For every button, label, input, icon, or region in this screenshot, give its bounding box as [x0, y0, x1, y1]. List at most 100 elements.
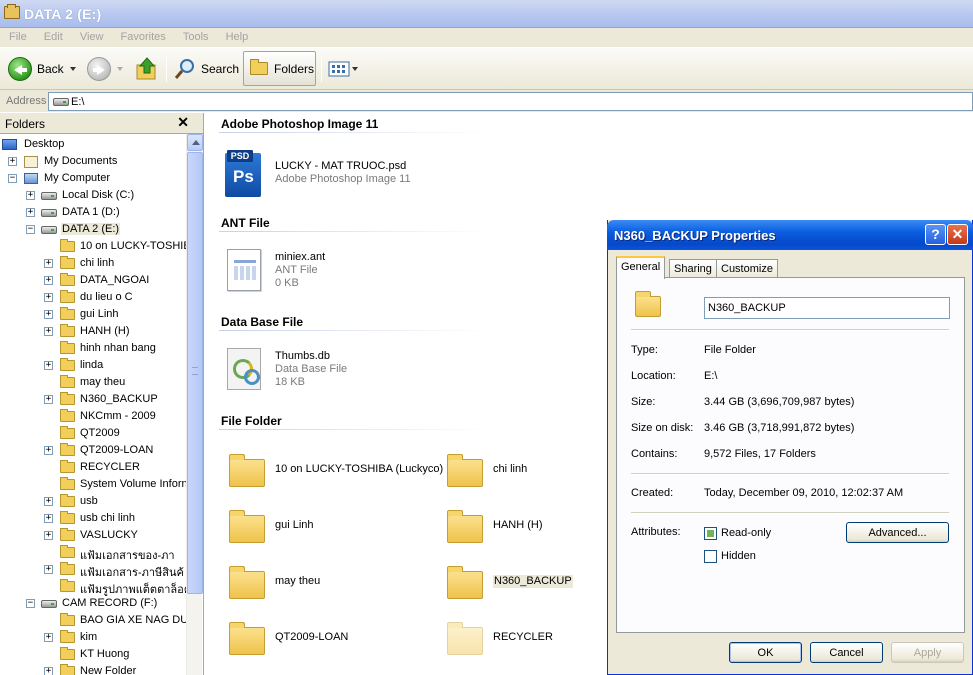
scroll-thumb[interactable] [187, 152, 203, 594]
tree-item[interactable]: + QT2009-LOAN [0, 442, 186, 459]
tree-item[interactable]: + gui Linh [0, 306, 186, 323]
file-tile-psd[interactable]: PSD Ps LUCKY - MAT TRUOC.psd Adobe Photos… [225, 149, 425, 197]
tree-item[interactable]: − CAM RECORD (F:) [0, 595, 186, 612]
tree-item[interactable]: RECYCLER [0, 459, 186, 476]
tree-item[interactable]: − My Computer [0, 170, 186, 187]
tree-item[interactable]: + chi linh [0, 255, 186, 272]
tree-item[interactable]: + DATA_NGOAI [0, 272, 186, 289]
tree-item[interactable]: แฟ้มเอกสารของ-ภา [0, 544, 186, 562]
menu-help[interactable]: Help [226, 28, 249, 43]
tree-item-label: NKCmm - 2009 [80, 410, 156, 422]
tree-item[interactable]: แฟ้มรูปภาพแต็ตตาล็อค [0, 578, 186, 596]
menu-tools[interactable]: Tools [183, 28, 209, 43]
chevron-down-icon[interactable] [69, 66, 76, 71]
tree-item[interactable]: + usb chi linh [0, 510, 186, 527]
up-folder-button[interactable] [135, 52, 159, 85]
tree-item[interactable]: + HANH (H) [0, 323, 186, 340]
dialog-title-bar[interactable]: N360_BACKUP Properties ? ✕ [607, 220, 973, 250]
tree-item[interactable]: may theu [0, 374, 186, 391]
expand-icon[interactable]: + [44, 310, 53, 319]
cancel-button[interactable]: Cancel [810, 642, 883, 663]
tree-item[interactable]: QT2009 [0, 425, 186, 442]
file-tile-thumbs[interactable]: Thumbs.db Data Base File 18 KB [227, 346, 427, 398]
menu-edit[interactable]: Edit [44, 28, 63, 43]
folders-button[interactable]: Folders [243, 51, 316, 86]
folder-tile[interactable]: 10 on LUCKY-TOSHIBA (Luckyco) [227, 453, 443, 493]
scroll-up-button[interactable] [187, 134, 203, 151]
tree-item[interactable]: − DATA 2 (E:) [0, 221, 186, 238]
expand-icon[interactable]: + [44, 497, 53, 506]
chevron-down-icon[interactable] [117, 66, 123, 71]
expand-icon[interactable]: + [26, 208, 35, 217]
tree-item[interactable]: + My Documents [0, 153, 186, 170]
tree-item[interactable]: + VASLUCKY [0, 527, 186, 544]
expand-icon[interactable]: + [44, 259, 53, 268]
tree-item[interactable]: BAO GIA XE NAG DUY [0, 612, 186, 629]
hidden-checkbox[interactable] [704, 550, 717, 563]
expand-icon[interactable]: + [44, 446, 53, 455]
menu-favorites[interactable]: Favorites [121, 28, 166, 43]
tab-sharing[interactable]: Sharing [669, 259, 717, 278]
expand-icon[interactable]: + [44, 276, 53, 285]
collapse-icon[interactable]: − [26, 225, 35, 234]
tree-item[interactable]: + du lieu o C [0, 289, 186, 306]
collapse-icon[interactable]: − [8, 174, 17, 183]
chevron-down-icon[interactable] [352, 66, 358, 71]
tree-item[interactable]: + usb [0, 493, 186, 510]
folder-tile[interactable]: QT2009-LOAN [227, 621, 427, 661]
expand-icon[interactable]: + [26, 191, 35, 200]
folder-icon [60, 579, 75, 592]
expand-icon[interactable]: + [44, 565, 53, 574]
search-button[interactable]: Search [173, 52, 239, 85]
tree-item[interactable]: + New Folder [0, 663, 186, 675]
tree-item[interactable]: + N360_BACKUP [0, 391, 186, 408]
menu-view[interactable]: View [80, 28, 104, 43]
tree-item[interactable]: KT Huong [0, 646, 186, 663]
back-button[interactable]: Back [8, 52, 76, 85]
expand-icon[interactable]: + [44, 395, 53, 404]
type-label: Type: [631, 344, 658, 356]
tree-item[interactable]: + kim [0, 629, 186, 646]
group-header-database: Data Base File [221, 315, 304, 329]
close-icon[interactable]: ✕ [177, 114, 189, 131]
tree-item[interactable]: 10 on LUCKY-TOSHIBA [0, 238, 186, 255]
expand-icon[interactable]: + [44, 327, 53, 336]
expand-icon[interactable]: + [44, 531, 53, 540]
tree-item[interactable]: + Local Disk (C:) [0, 187, 186, 204]
expand-icon[interactable]: + [44, 667, 53, 675]
window-title-bar[interactable]: DATA 2 (E:) [0, 0, 973, 28]
tree-item[interactable]: System Volume Inforn [0, 476, 186, 493]
collapse-icon[interactable]: − [26, 599, 35, 608]
folder-tile[interactable]: may theu [227, 565, 427, 605]
close-button[interactable]: ✕ [947, 224, 968, 245]
forward-button[interactable] [87, 52, 123, 85]
expand-icon[interactable]: + [8, 157, 17, 166]
file-tile-ant[interactable]: miniex.ant ANT File 0 KB [227, 247, 427, 299]
tree-item[interactable]: + linda [0, 357, 186, 374]
tree-item-label: RECYCLER [80, 461, 140, 473]
help-button[interactable]: ? [925, 224, 946, 245]
tab-customize[interactable]: Customize [716, 259, 778, 278]
folder-tile[interactable]: gui Linh [227, 509, 427, 549]
menu-file[interactable]: File [9, 28, 27, 43]
readonly-label[interactable]: Read-only [721, 527, 771, 539]
tree-item[interactable]: + DATA 1 (D:) [0, 204, 186, 221]
tree-item[interactable]: NKCmm - 2009 [0, 408, 186, 425]
expand-icon[interactable]: + [44, 633, 53, 642]
tree-scrollbar[interactable] [186, 134, 203, 675]
ok-button[interactable]: OK [729, 642, 802, 663]
expand-icon[interactable]: + [44, 293, 53, 302]
tab-general[interactable]: General [616, 256, 666, 279]
apply-button[interactable]: Apply [891, 642, 964, 663]
tree-item[interactable]: Desktop [0, 136, 186, 153]
tree-item[interactable]: + แฟ้มเอกสาร-ภาษีสินค้ [0, 561, 186, 579]
advanced-button[interactable]: Advanced... [846, 522, 949, 543]
expand-icon[interactable]: + [44, 361, 53, 370]
views-button[interactable] [328, 52, 358, 85]
address-input[interactable]: E:\ [48, 92, 973, 111]
folder-name-field[interactable]: N360_BACKUP [704, 297, 950, 319]
readonly-checkbox[interactable] [704, 527, 717, 540]
tree-item[interactable]: hinh nhan bang [0, 340, 186, 357]
expand-icon[interactable]: + [44, 514, 53, 523]
hidden-label[interactable]: Hidden [721, 550, 756, 562]
